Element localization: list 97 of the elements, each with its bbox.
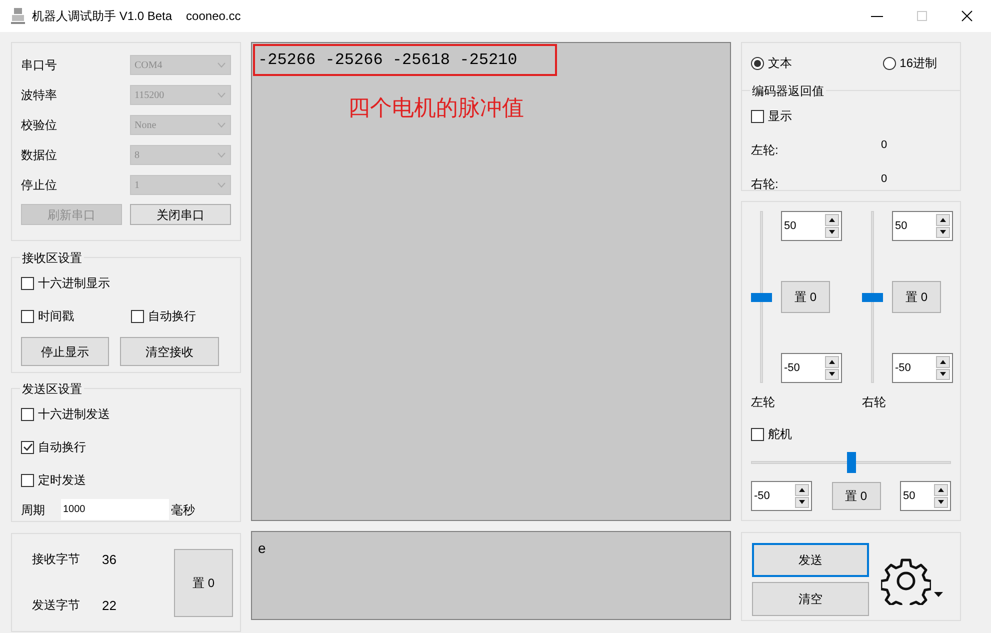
button[interactable]: 发送 xyxy=(752,543,869,577)
caret-down-icon xyxy=(938,500,944,504)
field-label: 数据位 xyxy=(21,147,58,164)
wheel-label: 右轮 xyxy=(862,394,887,411)
spin-up-button[interactable] xyxy=(825,356,839,368)
checkbox[interactable] xyxy=(751,110,764,122)
caret-down-icon xyxy=(799,500,805,504)
caret-up-icon xyxy=(938,488,944,492)
website-label: cooneo.cc xyxy=(186,8,241,25)
spin-down-button[interactable] xyxy=(936,368,950,380)
checkbox-label: 显示 xyxy=(768,108,792,125)
reading-value: 0 xyxy=(881,138,888,153)
spin-down-button[interactable] xyxy=(936,226,950,238)
checkbox-label: 十六进制显示 xyxy=(38,275,110,292)
radio-label: 文本 xyxy=(768,55,792,72)
radio-label: 16进制 xyxy=(900,55,937,72)
checkbox-label: 自动换行 xyxy=(148,308,196,325)
spin-down-button[interactable] xyxy=(795,496,809,508)
spin-field[interactable]: 50 xyxy=(781,211,842,241)
caret-down-icon xyxy=(940,230,946,234)
spin-down-button[interactable] xyxy=(825,368,839,380)
spin-up-button[interactable] xyxy=(825,214,839,226)
caret-down-icon xyxy=(940,372,946,376)
checkbox-label: 时间戳 xyxy=(38,308,74,325)
caret-down-icon xyxy=(829,372,835,376)
reading-label: 右轮: xyxy=(751,176,780,193)
checkbox[interactable] xyxy=(21,310,34,322)
field-label: 串口号 xyxy=(21,57,58,74)
slider-thumb[interactable] xyxy=(846,452,856,473)
spin-down-button[interactable] xyxy=(934,496,948,508)
checkbox[interactable] xyxy=(21,440,34,454)
caret-down-icon[interactable] xyxy=(934,592,943,597)
chevron-down-icon xyxy=(217,152,226,158)
group-title: 编码器返回值 xyxy=(750,82,826,100)
chevron-down-icon xyxy=(217,182,226,188)
reading-label: 左轮: xyxy=(751,142,780,159)
field-label: 波特率 xyxy=(21,87,58,104)
checkbox-label: 十六进制发送 xyxy=(38,406,110,423)
checkbox[interactable] xyxy=(21,474,34,486)
checkbox-label: 定时发送 xyxy=(38,472,86,489)
field-label: 校验位 xyxy=(21,117,58,134)
spin-field[interactable]: -50 xyxy=(892,353,953,383)
chevron-down-icon xyxy=(217,62,226,68)
checkbox[interactable] xyxy=(21,276,34,290)
window-title: 机器人调试助手 V1.0 Beta xyxy=(32,8,172,25)
counter-value: 22 xyxy=(102,596,116,614)
checkbox[interactable] xyxy=(131,310,144,322)
checkbox-label: 自动换行 xyxy=(38,439,86,456)
button[interactable]: 置 0 xyxy=(832,482,880,510)
checkbox-label: 舵机 xyxy=(768,426,792,443)
button[interactable]: 关闭串口 xyxy=(130,204,231,225)
spin-field[interactable]: 50 xyxy=(900,481,951,511)
receive-text-area[interactable]: -25266 -25266 -25618 -25210 四个电机的脉冲值 xyxy=(251,42,731,521)
wheel-label: 左轮 xyxy=(751,394,776,411)
spin-up-button[interactable] xyxy=(936,356,950,368)
spin-up-button[interactable] xyxy=(934,484,948,496)
chevron-down-icon xyxy=(217,92,226,98)
caret-down-icon xyxy=(829,230,835,234)
button[interactable]: 清空接收 xyxy=(120,337,219,366)
slider-thumb[interactable] xyxy=(751,292,772,302)
close-icon[interactable] xyxy=(961,10,973,22)
caret-up-icon xyxy=(799,488,805,492)
checkbox[interactable] xyxy=(751,428,764,440)
field-label: 停止位 xyxy=(21,177,58,194)
checkbox[interactable] xyxy=(21,408,34,420)
send-text-area[interactable]: e xyxy=(251,531,731,620)
caret-up-icon xyxy=(940,218,946,222)
button[interactable]: 置 0 xyxy=(781,281,830,313)
caret-up-icon xyxy=(829,360,835,364)
spin-up-button[interactable] xyxy=(936,214,950,226)
group-title: 接收区设置 xyxy=(20,249,84,267)
period-field[interactable]: 1000 xyxy=(61,499,169,520)
counter-label: 发送字节 xyxy=(32,596,81,614)
caret-up-icon xyxy=(829,218,835,222)
unit-label: 毫秒 xyxy=(171,502,195,518)
reading-value: 0 xyxy=(881,172,888,187)
spin-field[interactable]: -50 xyxy=(781,353,842,383)
robot-icon xyxy=(10,7,26,25)
counter-value: 36 xyxy=(102,551,116,569)
button[interactable]: 置 0 xyxy=(892,281,941,313)
button[interactable]: 置 0 xyxy=(174,548,233,616)
period-label: 周期 xyxy=(21,502,46,518)
receive-text: -25266 -25266 -25618 -25210 xyxy=(258,50,518,70)
counter-label: 接收字节 xyxy=(32,551,81,568)
spin-field[interactable]: 50 xyxy=(892,211,953,241)
slider-thumb[interactable] xyxy=(862,292,883,302)
spin-up-button[interactable] xyxy=(795,484,809,496)
spin-field[interactable]: -50 xyxy=(751,481,812,511)
spin-down-button[interactable] xyxy=(825,226,839,238)
radio-button[interactable] xyxy=(751,56,764,70)
button[interactable]: 停止显示 xyxy=(21,337,109,366)
caret-up-icon xyxy=(940,360,946,364)
chevron-down-icon xyxy=(217,122,226,128)
gear-icon[interactable] xyxy=(881,557,931,605)
annotation-text: 四个电机的脉冲值 xyxy=(348,94,524,122)
button[interactable]: 清空 xyxy=(752,582,869,616)
radio-button[interactable] xyxy=(882,56,896,70)
